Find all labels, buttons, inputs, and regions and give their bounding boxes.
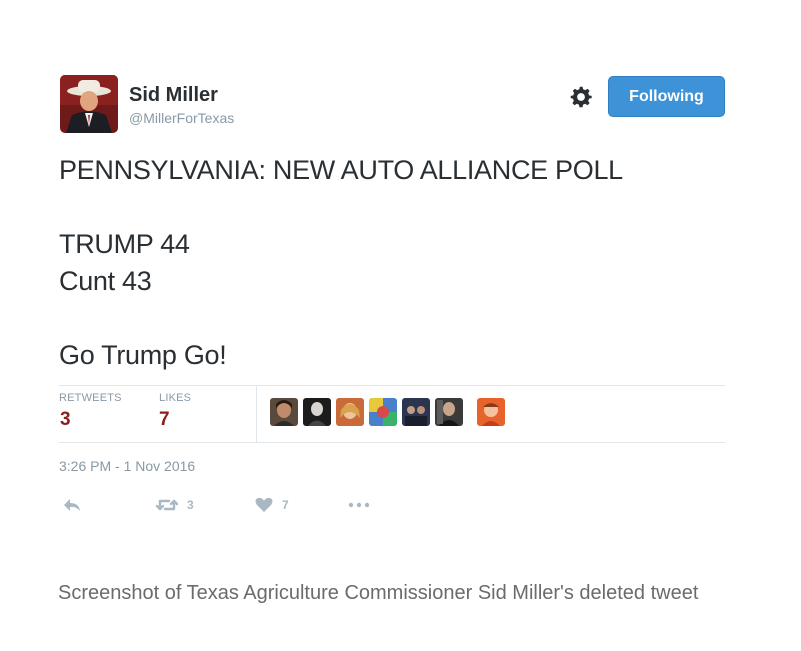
retweet-count: 3 <box>187 498 194 512</box>
profile-avatar[interactable] <box>60 75 118 133</box>
liker-avatar[interactable] <box>303 398 331 426</box>
like-count: 7 <box>282 498 289 512</box>
liker-avatar[interactable] <box>477 398 505 426</box>
liker-avatar[interactable] <box>435 398 463 426</box>
following-button[interactable]: Following <box>608 76 725 117</box>
tweet-line: Cunt 43 <box>59 266 152 296</box>
more-button[interactable] <box>347 494 371 516</box>
likes-label[interactable]: LIKES <box>159 392 191 404</box>
like-button[interactable]: 7 <box>254 494 289 516</box>
image-caption: Screenshot of Texas Agriculture Commissi… <box>58 582 699 604</box>
liker-avatar[interactable] <box>402 398 430 426</box>
divider <box>59 385 725 386</box>
tweet-line: TRUMP 44 <box>59 229 190 259</box>
retweets-label[interactable]: RETWEETS <box>59 392 122 404</box>
tweet-line: PENNSYLVANIA: NEW AUTO ALLIANCE POLL <box>59 155 623 185</box>
divider <box>59 442 725 443</box>
tweet-timestamp[interactable]: 3:26 PM - 1 Nov 2016 <box>59 458 195 474</box>
user-handle[interactable]: @MillerForTexas <box>129 110 234 126</box>
tweet-text: PENNSYLVANIA: NEW AUTO ALLIANCE POLL TRU… <box>59 152 739 374</box>
likes-count[interactable]: 7 <box>159 409 170 431</box>
retweet-button[interactable]: 3 <box>155 494 194 516</box>
reply-button[interactable] <box>62 494 82 516</box>
liker-avatar[interactable] <box>270 398 298 426</box>
stats-divider <box>256 386 257 442</box>
gear-icon[interactable] <box>568 84 594 110</box>
liker-avatar[interactable] <box>336 398 364 426</box>
user-display-name[interactable]: Sid Miller <box>129 84 218 107</box>
retweets-count[interactable]: 3 <box>60 409 71 431</box>
liker-avatar[interactable] <box>369 398 397 426</box>
tweet-line: Go Trump Go! <box>59 340 227 370</box>
